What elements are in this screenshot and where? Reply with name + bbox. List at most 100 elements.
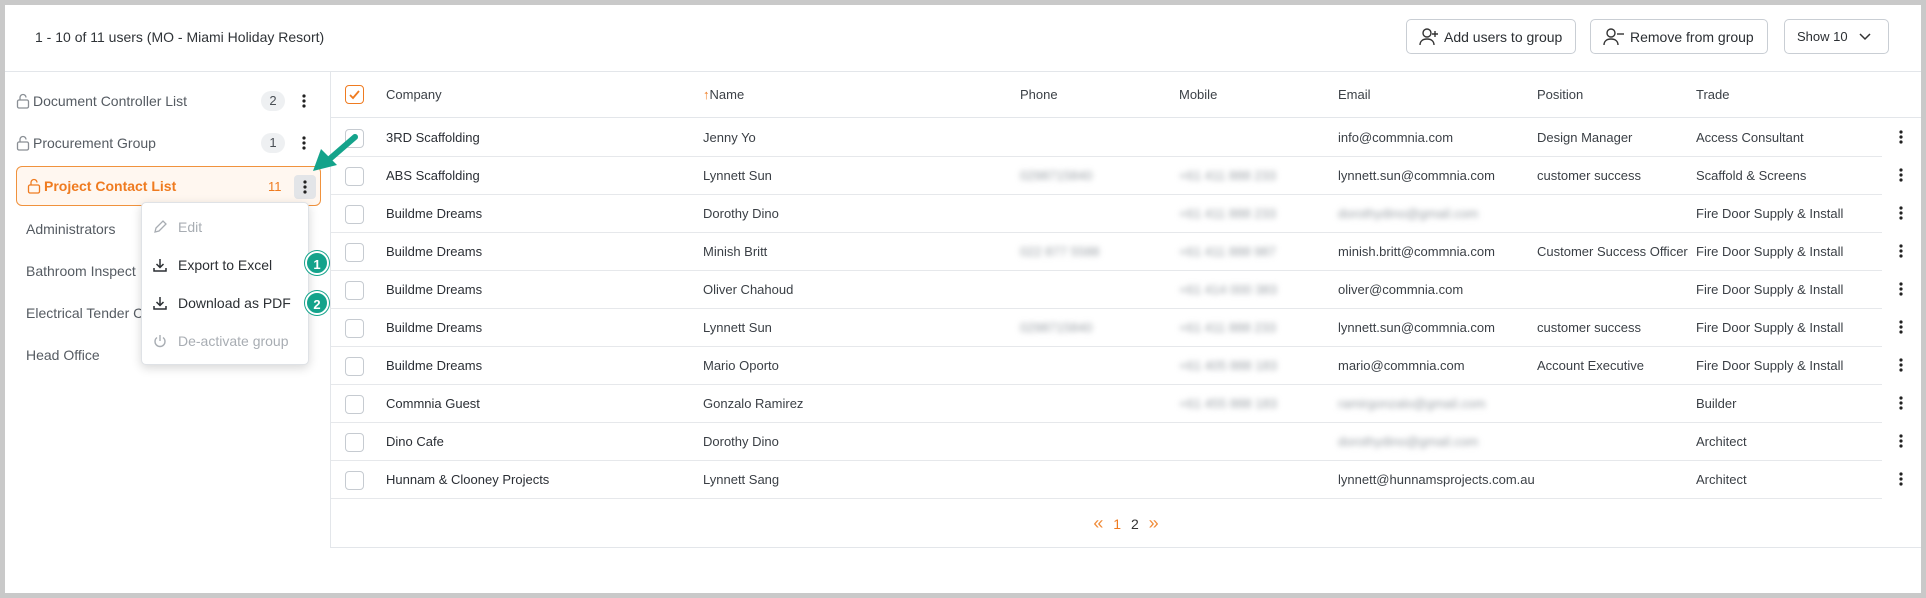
- select-all-checkbox[interactable]: [345, 85, 364, 104]
- lock-icon: [16, 135, 30, 151]
- kebab-icon: [1899, 434, 1903, 448]
- row-checkbox[interactable]: [345, 471, 364, 490]
- cell-phone: 0298715840: [1020, 168, 1093, 183]
- step-badge-2: 2: [305, 291, 329, 315]
- cell-trade: Architect: [1696, 472, 1747, 487]
- cell-name: Gonzalo Ramirez: [703, 396, 804, 411]
- row-menu-button[interactable]: [1899, 282, 1903, 299]
- col-name[interactable]: ↑Name: [703, 87, 744, 102]
- cell-mobile: +61 455 888 183: [1179, 396, 1277, 411]
- pointer-arrow-icon: [313, 134, 358, 171]
- row-menu-button[interactable]: [1899, 130, 1903, 147]
- cell-trade: Scaffold & Screens: [1696, 168, 1807, 183]
- group-menu-button[interactable]: [294, 175, 316, 199]
- cell-name: Oliver Chahoud: [703, 282, 794, 297]
- group-item-administrators[interactable]: Administrators: [26, 221, 115, 237]
- pencil-icon: [154, 220, 167, 233]
- group-count-badge: 11: [268, 179, 282, 194]
- group-item-electrical-tender[interactable]: Electrical Tender C: [26, 305, 143, 321]
- kebab-icon: [1899, 320, 1903, 334]
- group-item-procurement[interactable]: Procurement Group 1: [16, 123, 321, 163]
- cell-trade: Fire Door Supply & Install: [1696, 358, 1844, 373]
- menu-item-download-pdf[interactable]: Download as PDF: [152, 290, 291, 316]
- kebab-icon: [1899, 396, 1903, 410]
- row-menu-button[interactable]: [1899, 358, 1903, 375]
- cell-company: Buildme Dreams: [386, 320, 483, 335]
- cell-email: oliver@commnia.com: [1338, 282, 1464, 297]
- cell-name: Dorothy Dino: [703, 206, 779, 221]
- cell-company: ABS Scaffolding: [386, 168, 480, 183]
- top-bar: 1 - 10 of 11 users (MO - Miami Holiday R…: [5, 5, 1921, 72]
- row-checkbox[interactable]: [345, 319, 364, 338]
- cell-name: Mario Oporto: [703, 358, 779, 373]
- row-checkbox[interactable]: [345, 433, 364, 452]
- cell-trade: Fire Door Supply & Install: [1696, 320, 1844, 335]
- table-row[interactable]: Hunnam & Clooney Projects Lynnett Sang lyn…: [331, 461, 1903, 499]
- table-row[interactable]: Buildme Dreams Oliver Chahoud +61 414 000 …: [331, 271, 1903, 309]
- download-icon: [153, 297, 167, 310]
- app-frame: 1 - 10 of 11 users (MO - Miami Holiday R…: [0, 0, 1926, 598]
- col-trade[interactable]: Trade: [1696, 87, 1729, 102]
- table-row[interactable]: Commnia Guest Gonzalo Ramirez +61 455 888 …: [331, 385, 1903, 423]
- cell-mobile: +61 411 888 987: [1179, 244, 1276, 259]
- cell-company: Commnia Guest: [386, 396, 480, 411]
- row-menu-button[interactable]: [1899, 396, 1903, 413]
- cell-mobile: +61 411 888 233: [1179, 206, 1276, 221]
- table-row[interactable]: ABS Scaffolding Lynnett Sun 0298715840 +61 …: [331, 157, 1903, 195]
- table-row[interactable]: Buildme Dreams Dorothy Dino +61 411 888 23…: [331, 195, 1903, 233]
- row-menu-button[interactable]: [1899, 244, 1903, 261]
- table-row[interactable]: Dino Cafe Dorothy Dino dorothydino@gmail.c…: [331, 423, 1903, 461]
- cell-email: lynnett.sun@commnia.com: [1338, 168, 1495, 183]
- row-menu-button[interactable]: [1899, 168, 1903, 185]
- row-checkbox[interactable]: [345, 243, 364, 262]
- kebab-icon: [302, 94, 306, 108]
- row-menu-button[interactable]: [1899, 434, 1903, 451]
- group-menu-button[interactable]: [293, 89, 315, 113]
- row-checkbox[interactable]: [345, 357, 364, 376]
- remove-from-group-button[interactable]: Remove from group: [1590, 19, 1768, 54]
- row-checkbox[interactable]: [345, 205, 364, 224]
- row-checkbox[interactable]: [345, 395, 364, 414]
- group-item-bathroom-inspect[interactable]: Bathroom Inspect: [26, 263, 136, 279]
- table-row[interactable]: Buildme Dreams Minish Britt 022 877 5588 +6…: [331, 233, 1903, 271]
- col-email[interactable]: Email: [1338, 87, 1371, 102]
- prev-page-button[interactable]: «: [1093, 513, 1103, 533]
- row-checkbox[interactable]: [345, 281, 364, 300]
- cell-company: Buildme Dreams: [386, 244, 483, 259]
- table-row[interactable]: Buildme Dreams Lynnett Sun 0298715840 +61 4…: [331, 309, 1903, 347]
- page-size-select[interactable]: Show 10: [1784, 19, 1889, 54]
- row-menu-button[interactable]: [1899, 206, 1903, 223]
- col-phone[interactable]: Phone: [1020, 87, 1058, 102]
- group-label: Document Controller List: [33, 93, 188, 109]
- col-mobile[interactable]: Mobile: [1179, 87, 1217, 102]
- group-item-document-controller[interactable]: Document Controller List 2: [16, 81, 321, 121]
- col-company[interactable]: Company: [386, 87, 442, 102]
- cell-company: Hunnam & Clooney Projects: [386, 472, 550, 487]
- kebab-icon: [1899, 206, 1903, 220]
- add-users-button[interactable]: Add users to group: [1406, 19, 1576, 54]
- menu-item-deactivate[interactable]: De-activate group: [152, 328, 289, 354]
- cell-mobile: +61 405 888 183: [1179, 358, 1277, 373]
- row-menu-button[interactable]: [1899, 320, 1903, 337]
- cell-company: Dino Cafe: [386, 434, 444, 449]
- table-row[interactable]: Buildme Dreams Mario Oporto +61 405 888 18…: [331, 347, 1903, 385]
- cell-trade: Access Consultant: [1696, 130, 1804, 145]
- row-menu-button[interactable]: [1899, 472, 1903, 489]
- cell-company: Buildme Dreams: [386, 206, 483, 221]
- page-size-label: Show 10: [1797, 29, 1848, 44]
- menu-item-edit[interactable]: Edit: [152, 214, 202, 240]
- page-1-button[interactable]: 1: [1113, 516, 1121, 532]
- cell-email: minish.britt@commnia.com: [1338, 244, 1495, 259]
- next-page-button[interactable]: »: [1149, 513, 1159, 533]
- table-row[interactable]: 3RD Scaffolding Jenny Yo info@commnia.com D…: [331, 119, 1903, 157]
- page-2-button[interactable]: 2: [1131, 516, 1139, 532]
- lock-icon: [16, 93, 30, 109]
- group-item-head-office[interactable]: Head Office: [26, 347, 100, 363]
- add-users-label: Add users to group: [1444, 28, 1563, 45]
- col-name-label: Name: [709, 87, 745, 102]
- menu-item-export-excel[interactable]: Export to Excel: [152, 252, 272, 278]
- menu-deactivate-label: De-activate group: [178, 333, 289, 349]
- group-count-badge: 1: [261, 133, 285, 153]
- col-position[interactable]: Position: [1537, 87, 1583, 102]
- group-item-project-contact-list[interactable]: Project Contact List 11: [16, 166, 321, 206]
